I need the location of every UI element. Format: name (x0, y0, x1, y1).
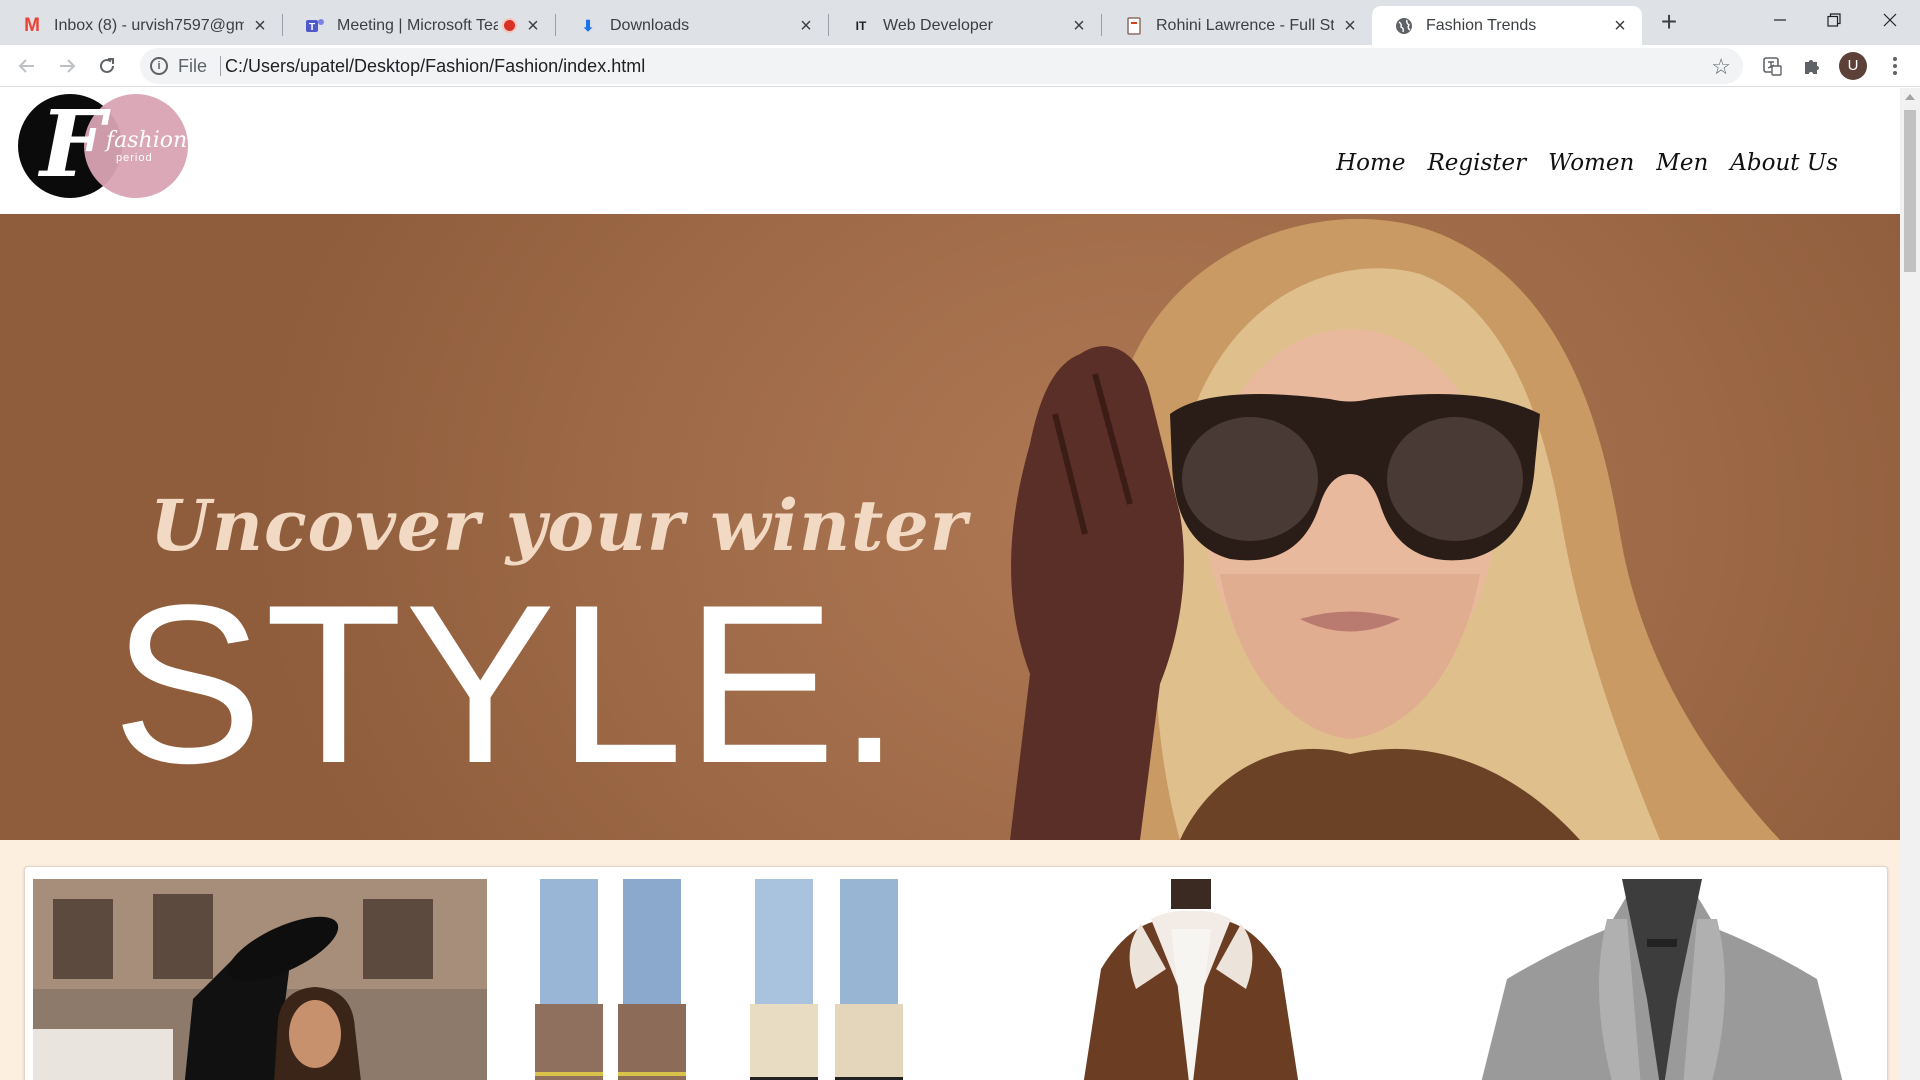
svg-text:T: T (309, 22, 315, 33)
knit-leg-warmers-photo[interactable] (505, 879, 955, 1080)
tab-downloads[interactable]: ⬇ Downloads × (556, 6, 828, 45)
close-icon[interactable]: × (523, 16, 543, 36)
back-arrow-icon (18, 59, 34, 73)
address-bar[interactable]: i File C:/Users/upatel/Desktop/Fashion/F… (140, 48, 1743, 84)
tab-title: Fashion Trends (1426, 16, 1537, 34)
gray-cardigan-photo[interactable] (1437, 879, 1887, 1080)
bookmark-star-icon[interactable]: ☆ (1711, 54, 1731, 80)
forward-arrow-icon (60, 59, 76, 73)
scroll-up-arrow-icon[interactable] (1905, 94, 1915, 100)
globe-icon (1394, 16, 1414, 36)
close-icon[interactable]: × (796, 16, 816, 36)
logo-letter: F (40, 90, 106, 198)
menu-dots-icon[interactable] (1880, 51, 1910, 81)
close-icon[interactable]: × (1069, 16, 1089, 36)
close-icon[interactable]: × (1610, 16, 1630, 36)
tab-teams[interactable]: T Meeting | Microsoft Teams × (283, 6, 555, 45)
logo-word: fashion (106, 128, 188, 153)
tab-rohini-lawrence[interactable]: Rohini Lawrence - Full Stack Developer × (1102, 6, 1372, 45)
recording-icon (502, 18, 517, 33)
logo-subword: period (116, 152, 153, 164)
close-icon[interactable]: × (250, 16, 270, 36)
nav-home[interactable]: Home (1336, 150, 1405, 176)
shearling-jacket-photo[interactable] (971, 879, 1421, 1080)
restore-button[interactable] (1806, 0, 1862, 40)
new-tab-button[interactable]: + (1654, 8, 1684, 38)
url-text[interactable]: C:/Users/upatel/Desktop/Fashion/Fashion/… (225, 56, 645, 77)
woman-sunglasses-photo (1010, 218, 1780, 840)
nav-register[interactable]: Register (1427, 150, 1526, 176)
profile-avatar[interactable]: U (1839, 52, 1867, 80)
info-icon[interactable]: i (150, 57, 168, 75)
site-logo[interactable]: F fashion period (18, 90, 190, 198)
nav-about-us[interactable]: About Us (1730, 150, 1838, 176)
browser-tab-bar: M Inbox (8) - urvish7597@gmail.com × T M… (0, 0, 1920, 45)
tab-title: Downloads (610, 16, 690, 34)
download-icon: ⬇ (581, 17, 595, 35)
close-window-icon (1883, 13, 1897, 27)
tab-fashion-trends[interactable]: Fashion Trends × (1372, 6, 1642, 45)
product-gallery (24, 866, 1888, 1080)
woman-hat-photo[interactable] (33, 879, 487, 1080)
page-scrollbar[interactable] (1900, 88, 1920, 1080)
tab-title: Web Developer (883, 16, 993, 34)
gmail-icon: M (24, 14, 40, 36)
browser-toolbar: i File C:/Users/upatel/Desktop/Fashion/F… (0, 45, 1920, 87)
site-header: F fashion period Home Register Women Men… (0, 88, 1900, 214)
page-viewport: F fashion period Home Register Women Men… (0, 88, 1900, 1080)
scroll-thumb[interactable] (1904, 110, 1916, 272)
nav-men[interactable]: Men (1656, 150, 1708, 176)
forward-button[interactable] (52, 51, 82, 81)
extensions-puzzle-icon[interactable] (1797, 51, 1827, 81)
address-separator (220, 56, 221, 76)
it-icon: IT (855, 18, 867, 33)
back-button[interactable] (12, 51, 42, 81)
scheme-label: File (178, 56, 208, 76)
tab-gmail[interactable]: M Inbox (8) - urvish7597@gmail.com × (0, 6, 282, 45)
close-window-button[interactable] (1862, 0, 1918, 40)
tab-title: Rohini Lawrence - Full Stack Developer (1156, 16, 1334, 34)
restore-icon (1827, 13, 1841, 27)
site-nav: Home Register Women Men About Us (1336, 150, 1838, 176)
tab-web-developer[interactable]: IT Web Developer × (829, 6, 1101, 45)
reload-icon (100, 58, 114, 73)
reload-button[interactable] (92, 51, 122, 81)
tab-title: Meeting | Microsoft Teams (337, 16, 498, 34)
hero-headline: STYLE. (112, 557, 903, 810)
nav-women[interactable]: Women (1548, 150, 1634, 176)
minimize-icon (1774, 19, 1786, 21)
minimize-button[interactable] (1752, 0, 1808, 40)
hero-banner: Uncover your winter STYLE. (0, 214, 1900, 840)
close-icon[interactable]: × (1340, 16, 1360, 36)
translate-extension-icon[interactable] (1757, 51, 1787, 81)
tab-title: Inbox (8) - urvish7597@gmail.com (54, 16, 244, 34)
document-icon (1124, 16, 1144, 36)
teams-icon: T (305, 16, 325, 36)
